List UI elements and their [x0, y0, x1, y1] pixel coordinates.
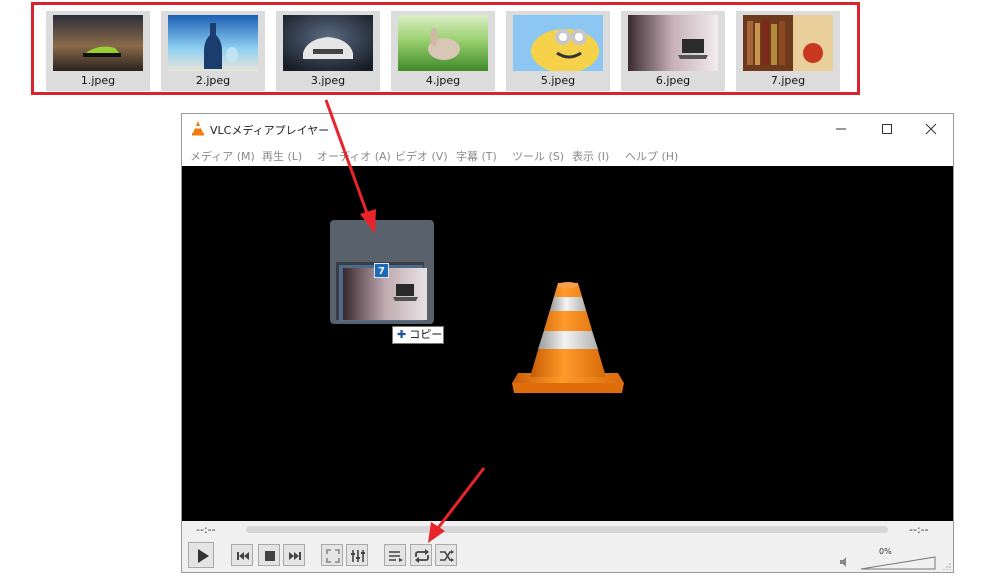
file-thumbnail-4[interactable]: 4.jpeg — [391, 11, 495, 91]
speaker-muted-icon[interactable] — [838, 556, 850, 568]
copy-label: コピー — [409, 328, 443, 341]
equalizer-icon — [351, 550, 365, 562]
maximize-button[interactable] — [864, 114, 910, 144]
plus-icon: ✚ — [397, 328, 407, 341]
file-thumbnail-7[interactable]: 7.jpeg — [736, 11, 840, 91]
video-area[interactable]: 7 ✚ コピー — [182, 166, 953, 521]
loop-button[interactable] — [410, 544, 432, 566]
fullscreen-button[interactable] — [321, 544, 343, 566]
thumbnail-image-5 — [513, 15, 603, 71]
elapsed-time: --:-- — [196, 523, 216, 536]
vlc-cone-icon — [191, 120, 205, 140]
file-thumbnail-1[interactable]: 1.jpeg — [46, 11, 150, 91]
menu-video[interactable]: ビデオ (V) — [395, 148, 448, 164]
volume-percent: 0% — [879, 547, 892, 556]
file-thumbnail-2[interactable]: 2.jpeg — [161, 11, 265, 91]
resize-grip-icon[interactable] — [943, 562, 951, 570]
file-thumbnail-3[interactable]: 3.jpeg — [276, 11, 380, 91]
minimize-button[interactable] — [818, 114, 864, 144]
maximize-icon — [882, 124, 892, 134]
title-bar[interactable]: VLCメディアプレイヤー — [182, 114, 953, 144]
menu-tools[interactable]: ツール (S) — [512, 148, 564, 164]
thumbnail-image-4 — [398, 15, 488, 71]
close-button[interactable] — [908, 114, 954, 144]
file-thumbnail-6[interactable]: 6.jpeg — [621, 11, 725, 91]
skip-forward-icon — [289, 552, 301, 560]
minimize-icon — [836, 128, 846, 130]
thumbnail-label-5: 5.jpeg — [540, 74, 576, 87]
skip-back-icon — [237, 552, 249, 560]
menu-audio[interactable]: オーディオ (A) — [317, 148, 391, 164]
thumbnail-label-1: 1.jpeg — [80, 74, 116, 87]
previous-button[interactable] — [231, 544, 253, 566]
menu-view[interactable]: 表示 (I) — [572, 148, 609, 164]
stop-icon — [265, 551, 275, 561]
play-button[interactable] — [188, 542, 214, 568]
menu-media[interactable]: メディア (M) — [190, 148, 255, 164]
stop-button[interactable] — [258, 544, 280, 566]
close-icon — [925, 123, 937, 135]
copy-tooltip: ✚ コピー — [392, 326, 444, 344]
thumbnail-image-3 — [283, 15, 373, 71]
window-title: VLCメディアプレイヤー — [210, 124, 330, 137]
vlc-cone-logo — [512, 282, 624, 393]
shuffle-icon — [440, 550, 454, 562]
extended-settings-button[interactable] — [346, 544, 368, 566]
thumbnail-image-1 — [53, 15, 143, 71]
fullscreen-icon — [326, 549, 340, 563]
thumbnail-label-7: 7.jpeg — [770, 74, 806, 87]
thumbnail-label-2: 2.jpeg — [195, 74, 231, 87]
menu-subtitle[interactable]: 字幕 (T) — [456, 148, 497, 164]
menu-playback[interactable]: 再生 (L) — [262, 148, 302, 164]
next-button[interactable] — [283, 544, 305, 566]
drag-preview: 7 — [330, 220, 434, 324]
thumbnail-label-3: 3.jpeg — [310, 74, 346, 87]
thumbnail-image-6 — [628, 15, 718, 71]
play-icon — [198, 549, 209, 563]
shuffle-button[interactable] — [435, 544, 457, 566]
thumbnail-image-7 — [743, 15, 833, 71]
thumbnail-label-6: 6.jpeg — [655, 74, 691, 87]
thumbnail-image-2 — [168, 15, 258, 71]
seek-row: --:-- --:-- — [182, 521, 953, 539]
menu-help[interactable]: ヘルプ (H) — [625, 148, 678, 164]
playlist-button[interactable] — [384, 544, 406, 566]
volume-slider[interactable] — [860, 556, 936, 570]
file-count-badge: 7 — [374, 263, 389, 278]
seek-bar[interactable] — [246, 526, 888, 533]
highlighted-file-selection: 1.jpeg 2.jpeg 3.jpeg 4.jpeg 5.jpeg 6.jpe… — [31, 2, 860, 95]
loop-icon — [415, 549, 429, 563]
remaining-time: --:-- — [909, 523, 929, 536]
file-thumbnail-5[interactable]: 5.jpeg — [506, 11, 610, 91]
menu-bar: メディア (M) 再生 (L) オーディオ (A) ビデオ (V) 字幕 (T)… — [182, 144, 953, 166]
thumbnail-label-4: 4.jpeg — [425, 74, 461, 87]
vlc-window: VLCメディアプレイヤー メディア (M) 再生 (L) オーディオ (A) ビ… — [181, 113, 954, 573]
playlist-icon — [389, 551, 403, 562]
control-bar: 0% — [182, 542, 953, 570]
